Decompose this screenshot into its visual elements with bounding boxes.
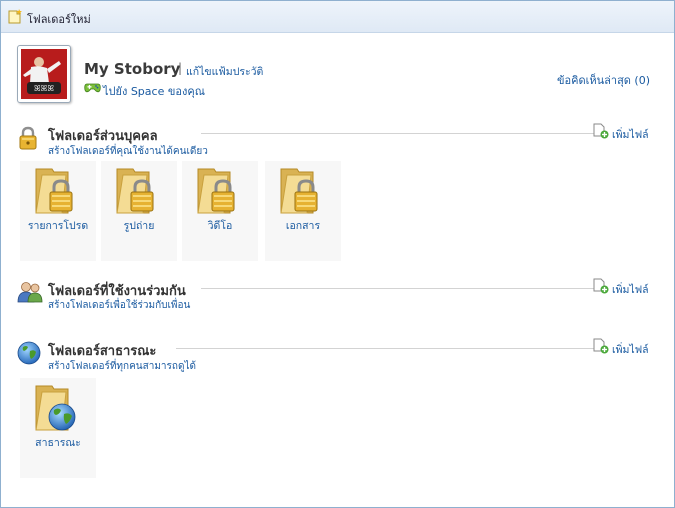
globe-folder-icon <box>34 384 80 435</box>
globe-icon <box>17 341 41 368</box>
add-file-link-shared[interactable]: เพิ่มไฟล์ <box>612 281 649 298</box>
locked-folder-icon <box>196 167 242 218</box>
folder-label: รายการโปรด <box>27 220 89 232</box>
personal-section-title: โฟลเดอร์ส่วนบุคคล <box>48 129 158 144</box>
folder-label: สาธารณะ <box>35 437 81 449</box>
add-file-link-public[interactable]: เพิ่มไฟล์ <box>612 341 649 358</box>
people-icon <box>17 281 43 306</box>
folder-label: เอกสาร <box>285 220 321 232</box>
svg-text:ꕤꕤꕤ: ꕤꕤꕤ <box>34 84 54 93</box>
personal-section-divider <box>201 133 597 134</box>
add-file-icon[interactable] <box>593 123 609 142</box>
add-file-icon[interactable] <box>593 278 609 297</box>
folder-tile[interactable]: วิดีโอ <box>182 161 258 261</box>
personal-section-subtitle[interactable]: สร้างโฟลเดอร์ที่คุณใช้งานได้คนเดียว <box>48 144 208 159</box>
avatar-image: ꕤꕤꕤ <box>21 49 67 99</box>
folder-label: วิดีโอ <box>207 220 233 232</box>
public-section-title: โฟลเดอร์สาธารณะ <box>48 344 157 359</box>
folder-tile[interactable]: สาธารณะ <box>20 378 96 478</box>
new-folder-icon <box>8 9 22 27</box>
add-file-link-personal[interactable]: เพิ่มไฟล์ <box>612 126 649 143</box>
add-file-icon[interactable] <box>593 338 609 357</box>
go-to-space-link[interactable]: ไปยัง Space ของคุณ <box>103 82 205 100</box>
public-section-subtitle[interactable]: สร้างโฟลเดอร์ที่ทุกคนสามารถดูได้ <box>48 359 196 374</box>
locked-folder-icon <box>34 167 80 218</box>
profile-name: My Stobory <box>84 60 181 78</box>
locked-folder-icon <box>279 167 325 218</box>
title-bar: โฟลเดอร์ใหม่ <box>1 1 674 33</box>
recent-comments-link[interactable]: ข้อคิดเห็นล่าสุด (0) <box>557 71 650 89</box>
folder-tile[interactable]: รายการโปรด <box>20 161 96 261</box>
locked-folder-icon <box>115 167 161 218</box>
shared-section-subtitle[interactable]: สร้างโฟลเดอร์เพื่อใช้ร่วมกับเพื่อน <box>48 298 190 313</box>
shared-section-divider <box>201 288 597 289</box>
space-controller-icon <box>84 81 101 97</box>
edit-profile-link[interactable]: แก้ไขแฟ้มประวัติ <box>186 63 263 80</box>
window: โฟลเดอร์ใหม่ ꕤꕤꕤ My Stobory | แก้ไขแฟ้มป… <box>0 0 675 508</box>
folder-tile[interactable]: รูปถ่าย <box>101 161 177 261</box>
window-title: โฟลเดอร์ใหม่ <box>27 13 91 26</box>
folder-tile[interactable]: เอกสาร <box>265 161 341 261</box>
public-section-divider <box>176 348 597 349</box>
folder-label: รูปถ่าย <box>123 220 155 232</box>
lock-icon <box>18 126 38 153</box>
avatar[interactable]: ꕤꕤꕤ <box>17 45 71 103</box>
separator: | <box>178 61 183 75</box>
